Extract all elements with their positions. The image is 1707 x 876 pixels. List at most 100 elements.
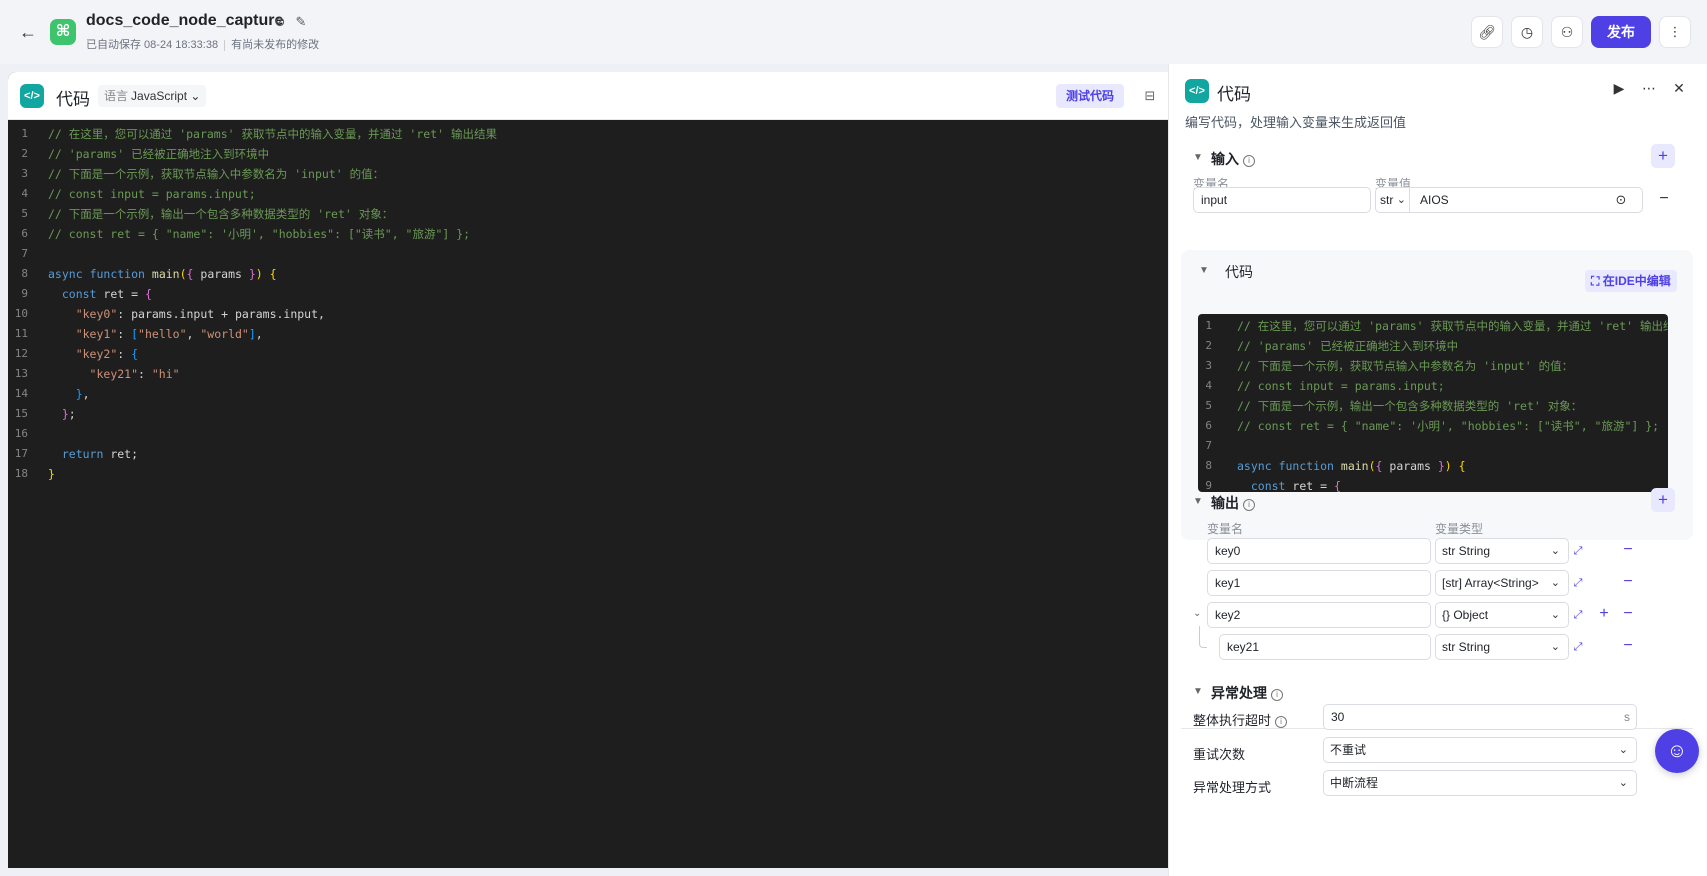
output-var-name-field[interactable]: key1 [1207,570,1431,596]
code-line[interactable]: 16 [8,424,1178,444]
output-var-name-field[interactable]: key2 [1207,602,1431,628]
collapse-panel-icon[interactable]: ⊟ [1140,86,1160,106]
back-arrow-icon[interactable]: ← [18,22,38,42]
assistant-bot-button[interactable]: ☺ [1655,729,1699,773]
code-line[interactable]: 9 const ret = { [8,284,1178,304]
add-output-button[interactable]: + [1651,488,1675,512]
code-line[interactable]: 1 // 在这里，您可以通过 'params' 获取节点中的输入变量，并通过 'r… [8,124,1178,144]
add-child-button[interactable]: + [1597,602,1611,628]
code-line[interactable]: 3 // 下面是一个示例，获取节点输入中参数名为 'input' 的值： [8,164,1178,184]
line-text: const ret = { [61,287,152,301]
remove-output-button[interactable]: − [1621,602,1635,628]
top-bar: ← ⌘ docs_code_node_capture ⊘ ✎ 已自动保存 08-… [0,0,1707,64]
line-number: 9 [1205,479,1212,492]
code-line[interactable]: 17 return ret; [8,444,1178,464]
line-text: return ret; [61,447,139,461]
timeout-input[interactable]: 30 s [1323,704,1637,730]
output-var-name-field[interactable]: key0 [1207,538,1431,564]
code-preview[interactable]: 1 // 在这里，您可以通过 'params' 获取节点中的输入变量，并通过 'r… [1198,314,1668,492]
collaborator-button[interactable]: ⚇ [1551,16,1583,48]
code-line[interactable]: 10 "key0": params.input + params.input, [8,304,1178,324]
chevron-down-icon[interactable]: ⌄ [1193,608,1201,619]
error-mode-select[interactable]: 中断流程 ⌄ [1323,770,1637,796]
line-text: }, [75,387,90,401]
code-line[interactable]: 9 const ret = { [1198,476,1668,492]
publish-button[interactable]: 发布 [1591,16,1651,48]
code-line[interactable]: 13 "key21": "hi" [8,364,1178,384]
code-line[interactable]: 5 // 下面是一个示例，输出一个包含多种数据类型的 'ret' 对象： [1198,396,1668,416]
remove-input-button[interactable]: − [1657,187,1671,213]
expand-icon[interactable]: ⤢ [1571,538,1585,564]
remove-output-button[interactable]: − [1621,538,1635,564]
line-text: // 在这里，您可以通过 'params' 获取节点中的输入变量，并通过 're… [1237,319,1668,333]
close-icon[interactable]: ✕ [1669,78,1689,98]
code-line[interactable]: 12 "key2": { [8,344,1178,364]
output-type-select[interactable]: str String ⌄ [1435,634,1569,660]
line-text: // const ret = { "name": '小明', "hobbies"… [48,227,471,241]
app-title: docs_code_node_capture [86,12,284,29]
code-line[interactable]: 1 // 在这里，您可以通过 'params' 获取节点中的输入变量，并通过 'r… [1198,316,1668,336]
remove-output-button[interactable]: − [1621,570,1635,596]
edit-in-ide-button[interactable]: ⛶ 在IDE中编辑 [1585,270,1677,292]
code-line[interactable]: 3 // 下面是一个示例，获取节点输入中参数名为 'input' 的值： [1198,356,1668,376]
line-number: 2 [1205,339,1212,352]
panel-description: 编写代码，处理输入变量来生成返回值 [1185,115,1407,130]
code-line[interactable]: 15 }; [8,404,1178,424]
test-code-button[interactable]: 测试代码 [1056,84,1125,108]
expand-icon[interactable]: ⤢ [1571,570,1585,596]
expand-icon[interactable]: ⤢ [1571,602,1585,628]
language-select[interactable]: 语言 JavaScript ⌄ [98,85,207,107]
code-line[interactable]: 4 // const input = params.input; [8,184,1178,204]
line-text: "key21": "hi" [89,367,180,381]
output-col-type: 变量类型 [1435,522,1484,536]
line-number: 18 [14,467,28,480]
line-number: 8 [1205,459,1212,472]
output-type-select[interactable]: {} Object ⌄ [1435,602,1569,628]
more-menu-button[interactable]: ⋮ [1659,16,1691,48]
line-text: async function main({ params }) { [1237,459,1466,473]
code-line[interactable]: 14 }, [8,384,1178,404]
code-line[interactable]: 8 async function main({ params }) { [8,264,1178,284]
chevron-down-icon[interactable]: ▼ [1193,496,1203,507]
history-button[interactable]: ◷ [1511,16,1543,48]
line-text: // 'params' 已经被正确地注入到环境中 [48,147,270,161]
output-var-name-field[interactable]: key21 [1219,634,1431,660]
input-value-field[interactable]: AIOS [1409,187,1643,213]
chevron-down-icon[interactable]: ▼ [1199,265,1209,276]
code-editor-area: </> 代码 语言 JavaScript ⌄ 测试代码 ⊟ 1 // 在这里，您可以… [8,72,1178,868]
code-line[interactable]: 4 // const input = params.input; [1198,376,1668,396]
line-text: } [48,467,55,481]
more-horizontal-icon[interactable]: ⋯ [1639,78,1659,98]
line-number: 7 [1205,439,1212,452]
chevron-down-icon[interactable]: ▼ [1193,686,1203,697]
code-lines[interactable]: 1 // 在这里，您可以通过 'params' 获取节点中的输入变量，并通过 'r… [8,122,1178,484]
code-line[interactable]: 11 "key1": ["hello", "world"], [8,324,1178,344]
retry-label: 重试次数 [1193,747,1246,762]
input-var-name-field[interactable]: input [1193,187,1371,213]
user-icon: ⚇ [1560,24,1574,40]
variable-ref-icon[interactable]: ⊙ [1614,187,1628,213]
link-button[interactable]: 🔗︎ [1471,16,1503,48]
link-icon: 🔗︎ [1478,24,1496,40]
output-type-select[interactable]: str String ⌄ [1435,538,1569,564]
code-line[interactable]: 5 // 下面是一个示例，输出一个包含多种数据类型的 'ret' 对象： [8,204,1178,224]
remove-output-button[interactable]: − [1621,634,1635,660]
edit-pencil-icon[interactable]: ✎ [293,14,309,30]
add-input-button[interactable]: + [1651,144,1675,168]
retry-select[interactable]: 不重试 ⌄ [1323,737,1637,763]
code-line[interactable]: 2 // 'params' 已经被正确地注入到环境中 [8,144,1178,164]
language-label: 语言 [104,89,129,103]
code-line[interactable]: 7 [1198,436,1668,456]
expand-icon[interactable]: ⤢ [1571,634,1585,660]
chevron-down-icon[interactable]: ▼ [1193,152,1203,163]
code-line[interactable]: 8 async function main({ params }) { [1198,456,1668,476]
code-line[interactable]: 6 // const ret = { "name": '小明', "hobbies… [8,224,1178,244]
code-line[interactable]: 18} [8,464,1178,484]
run-icon[interactable]: ▶ [1609,78,1629,98]
code-line[interactable]: 7 [8,244,1178,264]
code-line[interactable]: 2 // 'params' 已经被正确地注入到环境中 [1198,336,1668,356]
output-type-select[interactable]: [str] Array<String> ⌄ [1435,570,1569,596]
line-text: // 'params' 已经被正确地注入到环境中 [1237,339,1459,353]
code-line[interactable]: 6 // const ret = { "name": '小明', "hobbies… [1198,416,1668,436]
input-type-select[interactable]: str ⌄ [1375,187,1410,213]
